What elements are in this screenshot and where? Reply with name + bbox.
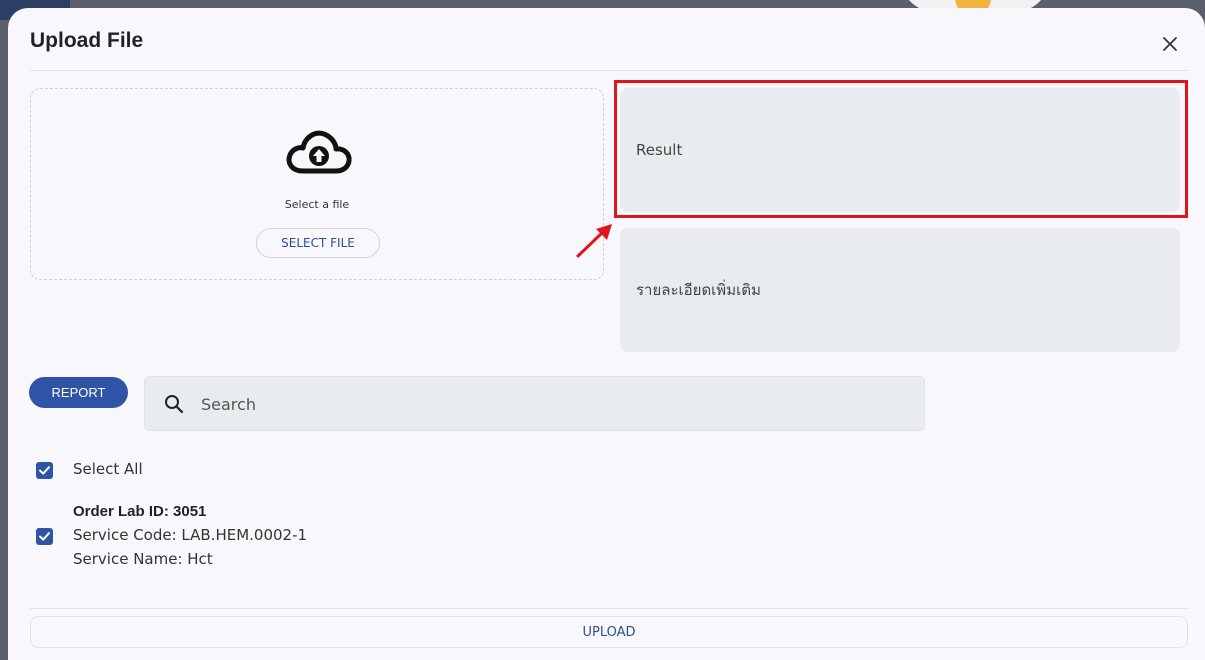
cloud-upload-icon (286, 130, 352, 174)
upload-file-dialog: Upload File Select a file SELECT FILE Re… (8, 8, 1205, 660)
additional-details-placeholder: รายละเอียดเพิ่มเติม (636, 281, 761, 299)
select-all-label: Select All (73, 460, 143, 478)
result-placeholder: Result (636, 141, 683, 159)
dialog-title: Upload File (30, 29, 144, 52)
service-name: Service Name: Hct (73, 550, 213, 568)
header-divider (30, 70, 1188, 71)
service-code: Service Code: LAB.HEM.0002-1 (73, 526, 308, 544)
checkmark-icon (39, 532, 50, 541)
search-input[interactable] (199, 377, 903, 432)
close-button[interactable] (1156, 30, 1184, 58)
file-dropzone[interactable]: Select a file SELECT FILE (30, 88, 604, 280)
select-file-text: Select a file (284, 198, 350, 211)
close-icon (1163, 37, 1177, 51)
report-button[interactable]: REPORT (29, 377, 128, 408)
additional-details-field[interactable]: รายละเอียดเพิ่มเติม (620, 228, 1180, 352)
footer-divider (30, 608, 1188, 609)
select-file-button[interactable]: SELECT FILE (256, 228, 380, 258)
order-lab-id: Order Lab ID: 3051 (73, 503, 207, 520)
order-checkbox[interactable] (36, 528, 53, 545)
checkmark-icon (39, 466, 50, 475)
result-field[interactable]: Result (620, 88, 1180, 212)
select-all-checkbox[interactable] (36, 462, 53, 479)
search-icon (165, 395, 184, 414)
upload-button[interactable]: UPLOAD (30, 616, 1188, 648)
search-field[interactable] (144, 376, 925, 432)
annotation-arrow-icon (576, 224, 612, 258)
